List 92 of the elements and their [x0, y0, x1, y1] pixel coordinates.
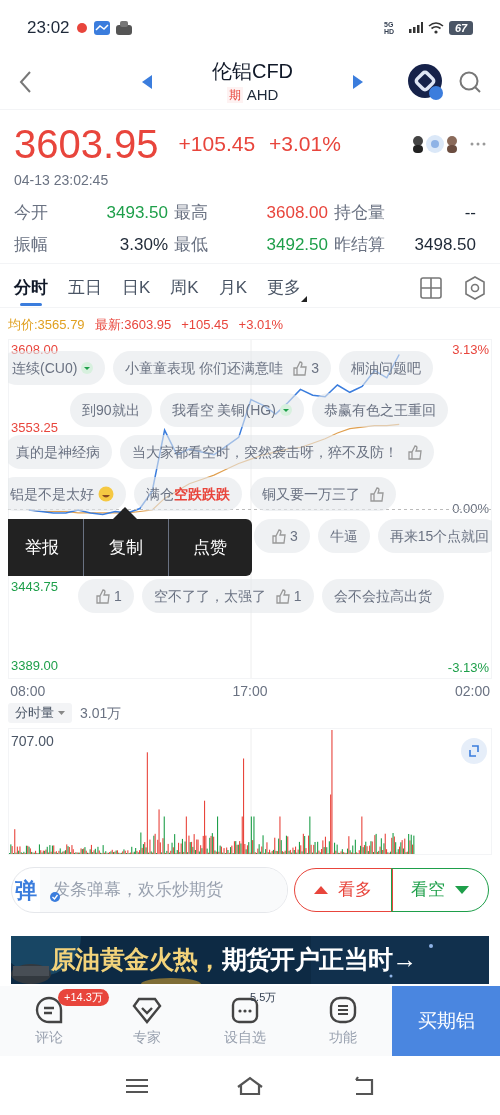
stat-value: 3608.00 [265, 202, 329, 224]
comment-bubble[interactable]: 小童童表现 你们还满意哇 3 [113, 351, 332, 385]
comment-bubble[interactable]: 3 [254, 519, 310, 553]
axis-label: -3.13% [447, 660, 489, 676]
time-label: 08:00 [10, 682, 46, 701]
signal-icon [409, 22, 423, 33]
volume-total: 3.01万 [80, 703, 122, 723]
stat-label: 振幅 [14, 234, 49, 256]
caret-icon [58, 711, 65, 715]
back-icon[interactable] [352, 1075, 374, 1096]
axis-label: 3.13% [452, 342, 489, 358]
nav-item[interactable]: 功能 [313, 986, 373, 1056]
menu-item[interactable]: 举报 [8, 519, 84, 576]
latest-price: 最新:3603.95 [94, 316, 172, 335]
comment-bubble[interactable]: 1 [78, 579, 134, 613]
follower-count: 5.5万 [250, 990, 277, 1005]
comment-icon [34, 994, 64, 1025]
legend-change: +105.45 [181, 316, 229, 335]
avatar-icon[interactable] [444, 135, 460, 153]
ad-banner[interactable]: 原油黄金火热，期货开户正当时→ [11, 936, 489, 984]
menu-item[interactable]: 复制 [83, 519, 168, 576]
legend-percent: +3.01% [238, 316, 284, 335]
stat-label: 今开 [14, 202, 49, 224]
axis-label: 3389.00 [11, 658, 58, 674]
chart-tab[interactable]: 月K [218, 267, 248, 308]
stat-value: 3.30% [118, 234, 169, 256]
back-icon[interactable] [18, 70, 32, 94]
quote-timestamp: 04-13 23:02:45 [14, 171, 110, 190]
next-icon[interactable] [353, 75, 364, 89]
app-dot-icon [75, 21, 88, 34]
comment-bubble[interactable]: 再来15个点就回 [377, 519, 492, 553]
battery-level: 67 [449, 20, 473, 35]
chart-tab[interactable]: 日K [122, 267, 151, 308]
list-icon [328, 994, 358, 1025]
instrument-code: AHD [246, 84, 279, 105]
instrument-title: 伦铝CFD [211, 58, 294, 84]
comment-bubble[interactable]: 我看空 美铜(HG) [159, 393, 304, 427]
comment-bubble[interactable]: 满仓空跌跌跌 [134, 477, 242, 511]
count-badge: +14.3万 [58, 989, 109, 1006]
stat-label: 持仓量 [334, 202, 386, 224]
comment-bubble[interactable]: 真的是神经病 [8, 435, 112, 469]
chart-tab[interactable]: 分时 [14, 267, 48, 308]
comment-bubble[interactable]: 恭赢有色之王重回 [311, 393, 448, 427]
volume-max-label: 707.00 [11, 732, 54, 751]
home-icon[interactable] [236, 1075, 264, 1096]
up-arrow-icon [314, 886, 329, 894]
settings-icon[interactable] [464, 275, 486, 300]
comment-bubble[interactable]: 桐油问题吧 [339, 351, 434, 385]
avatar-icon[interactable] [410, 135, 426, 153]
comment-bubble[interactable]: 到90就出 [70, 393, 152, 427]
stat-label: 最高 [174, 202, 209, 224]
chart-tab[interactable]: 五日 [68, 267, 102, 308]
stat-value: 3493.50 [105, 202, 169, 224]
comment-bubble[interactable]: 会不会拉高出货 [321, 579, 444, 613]
nav-item[interactable]: 专家 [117, 986, 177, 1056]
stat-label: 最低 [174, 234, 209, 256]
grid-layout-icon[interactable] [420, 276, 442, 299]
time-label: 17:00 [232, 682, 268, 701]
banner-headline: 原油黄金火热， [51, 944, 222, 976]
chart-tab[interactable]: 周K [170, 267, 199, 308]
futures-badge: 期 [226, 87, 243, 103]
stat-value: -- [463, 202, 477, 224]
banner-text: 期货开户正当时→ [221, 944, 417, 976]
chart-tab[interactable]: 更多 [267, 267, 302, 308]
ai-assistant-icon[interactable] [408, 64, 444, 100]
more-icon[interactable] [470, 142, 486, 146]
menu-icon[interactable] [126, 1077, 148, 1094]
chart-app-icon [93, 20, 110, 35]
clock-time: 23:02 [27, 16, 70, 39]
volume-selector[interactable]: 分时量 [8, 703, 72, 723]
comment-bubble[interactable]: 空不了了，太强了 1 [141, 579, 314, 613]
axis-label: 3553.25 [11, 420, 58, 437]
time-label: 02:00 [454, 682, 490, 701]
expand-icon[interactable] [461, 738, 487, 764]
average-price: 均价:3565.79 [8, 316, 85, 335]
comment-bubble[interactable]: 铝是不是太好 [8, 477, 126, 511]
search-icon[interactable] [458, 70, 482, 94]
down-arrow-icon [454, 886, 469, 894]
danmaku-label: 弹 [15, 876, 37, 905]
comment-bubble[interactable]: 铜又要一万三了 [250, 477, 396, 511]
stat-label: 昨结算 [334, 234, 386, 256]
stat-value: 3492.50 [265, 234, 329, 256]
previous-icon[interactable] [141, 75, 152, 89]
last-price: 3603.95 [14, 121, 159, 168]
buy-button[interactable]: 买期铝 [392, 986, 500, 1056]
axis-label: 3443.75 [11, 579, 58, 596]
stat-value: 3498.50 [413, 234, 477, 256]
comment-bubble[interactable]: 牛逼 [317, 519, 370, 553]
wifi-icon [428, 21, 444, 34]
menu-item[interactable]: 点赞 [167, 519, 252, 576]
percent-change: +3.01% [269, 131, 341, 158]
price-change: +105.45 [178, 131, 256, 158]
